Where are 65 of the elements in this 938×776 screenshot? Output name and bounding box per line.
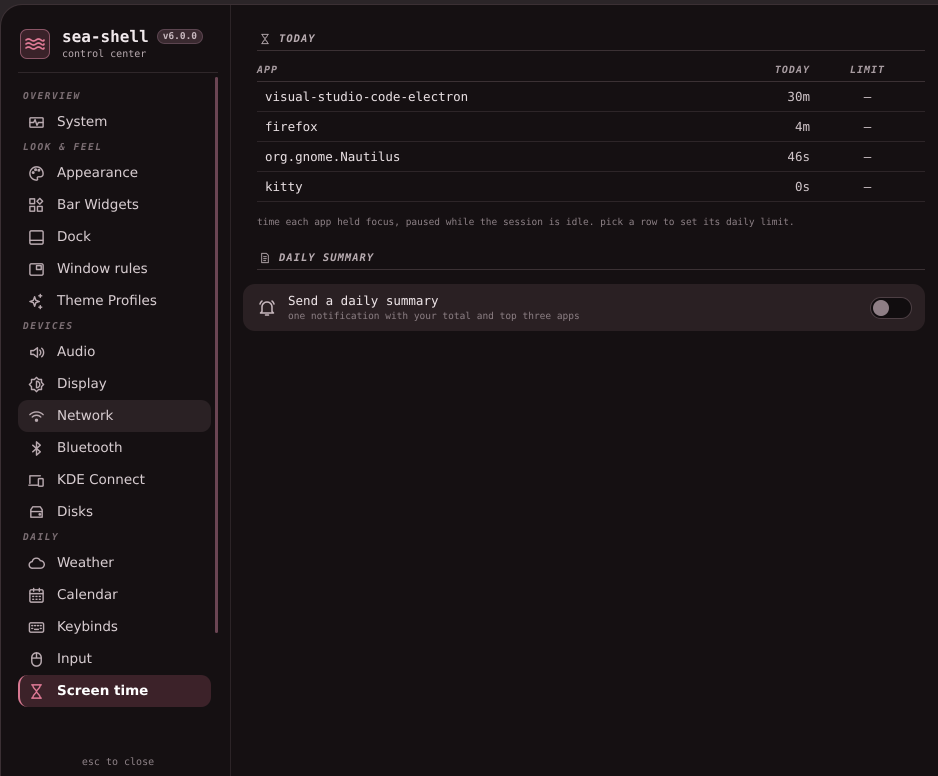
sidebar-item[interactable]: Appearance bbox=[18, 157, 211, 189]
sidebar-item[interactable]: Bar Widgets bbox=[18, 189, 211, 221]
version-badge: v6.0.0 bbox=[156, 29, 204, 44]
sidebar-item[interactable]: Disks bbox=[18, 496, 211, 528]
limit-cell-text: – bbox=[862, 119, 872, 134]
limit-cell-text: – bbox=[862, 149, 872, 164]
time-cell-text: 46s bbox=[786, 149, 810, 164]
sparkle-icon bbox=[28, 292, 45, 310]
app-subtitle: control center bbox=[62, 49, 148, 60]
scrollbar[interactable] bbox=[215, 77, 218, 633]
sidebar-item[interactable]: Input bbox=[18, 643, 211, 675]
app-name: sea-shell bbox=[62, 27, 149, 46]
table-row[interactable]: firefox 4m – bbox=[257, 112, 925, 142]
time-cell-text: 0s bbox=[794, 179, 810, 194]
section-heading: DAILY SUMMARY bbox=[279, 252, 374, 264]
section-heading: DAILY bbox=[22, 531, 60, 545]
help-text: time each app held focus, paused while the session is idle. pick a row to set its daily limit. bbox=[257, 217, 796, 228]
app-name-cell-text: org.gnome.Nautilus bbox=[264, 149, 402, 164]
sidebar-item[interactable]: Calendar bbox=[18, 579, 211, 611]
table-row[interactable]: org.gnome.Nautilus 46s – bbox=[257, 142, 925, 172]
sidebar-item[interactable]: Dock bbox=[18, 221, 211, 253]
palette-icon bbox=[28, 164, 45, 182]
sidebar-item[interactable]: Theme Profiles bbox=[18, 285, 211, 317]
toggle-switch[interactable] bbox=[870, 296, 912, 318]
app-name-cell-text: firefox bbox=[264, 119, 319, 134]
limit-cell-text: – bbox=[862, 89, 872, 104]
widgets-icon bbox=[28, 196, 45, 214]
table-row[interactable]: visual-studio-code-electron 30m – bbox=[257, 82, 925, 112]
brightness-icon bbox=[28, 376, 45, 392]
sidebar-item[interactable]: KDE Connect bbox=[18, 464, 211, 496]
time-cell-text: 30m bbox=[786, 89, 810, 104]
sidebar-item[interactable]: Keybinds bbox=[18, 611, 211, 643]
bell-icon bbox=[258, 298, 276, 316]
mouse-icon bbox=[28, 650, 45, 668]
hourglass-icon bbox=[259, 33, 271, 45]
section-heading: TODAY bbox=[279, 33, 316, 45]
section-heading: DEVICES bbox=[22, 320, 75, 334]
window-icon bbox=[28, 260, 45, 278]
section-heading: LOOK & FEEL bbox=[22, 141, 104, 155]
sidebar-item[interactable]: Weather bbox=[18, 547, 211, 579]
sidebar-item[interactable]: Window rules bbox=[18, 253, 211, 285]
document-icon bbox=[259, 252, 271, 264]
setting-label: Send a daily summary bbox=[288, 293, 440, 308]
dock-icon bbox=[28, 228, 45, 246]
app-name-cell-text: visual-studio-code-electron bbox=[264, 89, 470, 104]
calendar-icon bbox=[28, 586, 45, 604]
sidebar-item[interactable]: Audio bbox=[18, 336, 211, 368]
column-header: LIMIT bbox=[848, 64, 886, 76]
cloud-icon bbox=[28, 554, 45, 572]
close-hint: esc to close bbox=[80, 756, 156, 770]
column-header: TODAY bbox=[774, 64, 810, 76]
waves-logo-icon bbox=[20, 28, 50, 58]
sidebar-item[interactable]: System bbox=[18, 106, 211, 138]
time-cell-text: 4m bbox=[794, 119, 810, 134]
table-row[interactable]: kitty 0s – bbox=[257, 172, 925, 202]
column-header: APP bbox=[257, 64, 280, 76]
sidebar-item[interactable]: Bluetooth bbox=[18, 432, 211, 464]
app-name-cell-text: kitty bbox=[264, 179, 304, 194]
sidebar-item[interactable]: Screen time bbox=[18, 675, 211, 707]
sidebar-item[interactable]: Network bbox=[18, 400, 211, 432]
setting-description: one notification with your total and top three apps bbox=[288, 311, 581, 322]
hourglass-icon bbox=[28, 682, 45, 700]
section-heading: OVERVIEW bbox=[22, 90, 82, 104]
sidebar-item[interactable]: Display bbox=[18, 368, 211, 400]
limit-cell-text: – bbox=[862, 179, 872, 194]
